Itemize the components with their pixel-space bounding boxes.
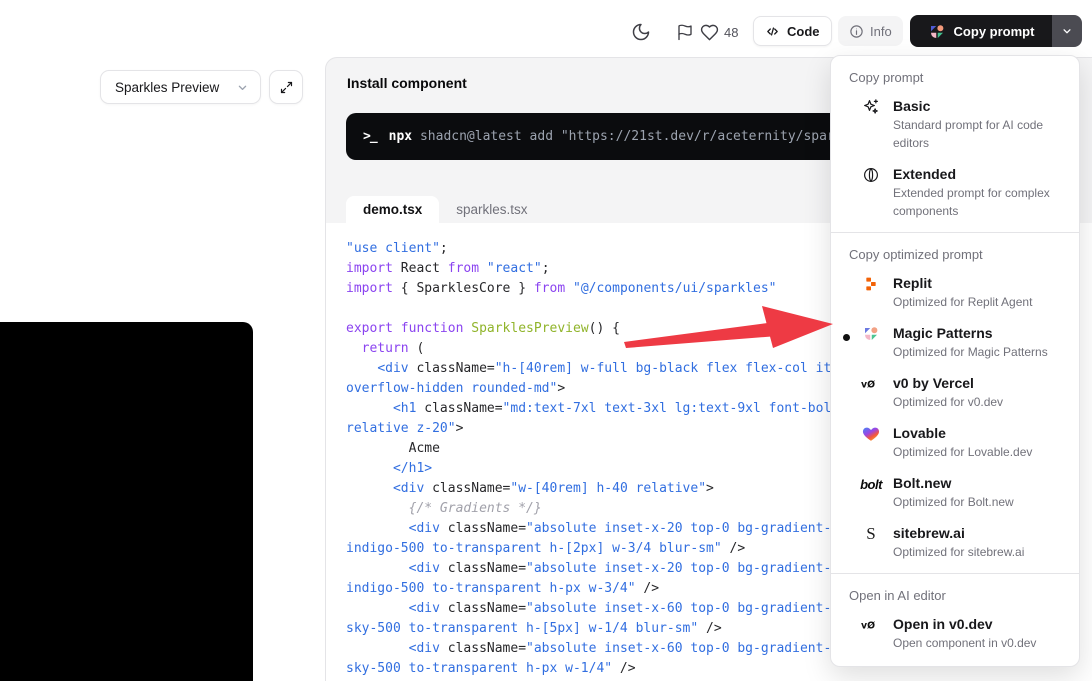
menu-divider: [831, 573, 1079, 574]
code-button-label: Code: [787, 24, 820, 39]
annotation-dot: [843, 334, 850, 341]
theme-toggle-button[interactable]: [628, 19, 654, 45]
menu-item-description: Optimized for v0.dev: [893, 393, 1003, 411]
lovable-logo: [861, 424, 881, 444]
chevron-down-icon: [235, 80, 250, 95]
menu-item-description: Optimized for Bolt.new: [893, 493, 1014, 511]
menu-item-title: Extended: [893, 164, 1065, 184]
copy-prompt-button[interactable]: Copy prompt: [910, 15, 1052, 47]
v0-logo: vØ: [861, 374, 881, 394]
code-tabs: demo.tsxsparkles.tsx: [346, 196, 545, 223]
menu-item-description: Optimized for Replit Agent: [893, 293, 1032, 311]
expand-icon: [279, 80, 294, 95]
menu-section-label: Open in AI editor: [831, 580, 1079, 608]
brain-circuit-icon: [861, 165, 881, 185]
menu-item-replit[interactable]: ReplitOptimized for Replit Agent: [831, 267, 1079, 317]
v0-logo: vØ: [861, 615, 881, 635]
menu-item-description: Open component in v0.dev: [893, 634, 1036, 652]
menu-divider: [831, 232, 1079, 233]
magic-patterns-logo: [861, 324, 881, 344]
menu-item-sitebrew-ai[interactable]: Ssitebrew.aiOptimized for sitebrew.ai: [831, 517, 1079, 567]
menu-item-description: Optimized for Lovable.dev: [893, 443, 1032, 461]
code-button[interactable]: Code: [753, 16, 832, 46]
sparkles-icon: [861, 97, 881, 117]
menu-item-magic-patterns[interactable]: Magic PatternsOptimized for Magic Patter…: [831, 317, 1079, 367]
menu-item-title: Open in v0.dev: [893, 614, 1036, 634]
flag-icon: [676, 23, 694, 41]
copy-prompt-split-button: Copy prompt: [910, 15, 1082, 47]
menu-item-title: Replit: [893, 273, 1032, 293]
tab-sparkles-tsx[interactable]: sparkles.tsx: [439, 196, 544, 223]
menu-item-bolt-new[interactable]: bolt Bolt.newOptimized for Bolt.new: [831, 467, 1079, 517]
info-button-label: Info: [870, 24, 892, 39]
menu-item-title: Magic Patterns: [893, 323, 1048, 343]
like-count: 48: [724, 25, 738, 40]
menu-item-description: Extended prompt for complex components: [893, 184, 1065, 220]
menu-item-title: v0 by Vercel: [893, 373, 1003, 393]
copy-prompt-label: Copy prompt: [954, 24, 1035, 39]
menu-item-lovable[interactable]: LovableOptimized for Lovable.dev: [831, 417, 1079, 467]
copy-prompt-dropdown-toggle[interactable]: [1052, 15, 1082, 47]
install-component-title: Install component: [347, 75, 467, 91]
menu-item-title: Basic: [893, 96, 1065, 116]
info-button[interactable]: Info: [838, 16, 903, 46]
copy-prompt-dropdown-menu: Copy promptBasicStandard prompt for AI c…: [830, 55, 1080, 667]
menu-item-v0-by-vercel[interactable]: vØ v0 by VercelOptimized for v0.dev: [831, 367, 1079, 417]
menu-item-title: Bolt.new: [893, 473, 1014, 493]
menu-item-title: sitebrew.ai: [893, 523, 1024, 543]
menu-section-label: Copy prompt: [831, 62, 1079, 90]
moon-icon: [631, 22, 651, 42]
preview-selector-value: Sparkles Preview: [115, 80, 219, 95]
svg-text:vØ: vØ: [861, 379, 875, 390]
menu-item-basic[interactable]: BasicStandard prompt for AI code editors: [831, 90, 1079, 158]
info-icon: [849, 24, 864, 39]
menu-item-description: Optimized for sitebrew.ai: [893, 543, 1024, 561]
code-brackets-icon: [765, 24, 780, 39]
replit-logo: [861, 274, 881, 294]
chevron-down-icon: [1060, 24, 1074, 38]
magic-patterns-logo: [928, 23, 946, 41]
bolt-logo: bolt: [861, 474, 881, 494]
svg-text:vØ: vØ: [861, 620, 875, 631]
install-command: npx shadcn@latest add "https://21st.dev/…: [389, 129, 874, 144]
terminal-prompt-icon: >_: [363, 129, 377, 144]
menu-section-label: Copy optimized prompt: [831, 239, 1079, 267]
menu-item-extended[interactable]: ExtendedExtended prompt for complex comp…: [831, 158, 1079, 226]
menu-item-description: Optimized for Magic Patterns: [893, 343, 1048, 361]
fullscreen-button[interactable]: [269, 70, 303, 104]
like-button[interactable]: 48: [700, 19, 738, 45]
heart-icon: [700, 23, 719, 42]
sitebrew-logo: S: [861, 524, 881, 544]
component-preview-canvas: [0, 322, 253, 681]
menu-item-title: Lovable: [893, 423, 1032, 443]
menu-item-open-in-v0-dev[interactable]: vØ Open in v0.devOpen component in v0.dev: [831, 608, 1079, 658]
report-flag-button[interactable]: [672, 19, 698, 45]
preview-selector[interactable]: Sparkles Preview: [100, 70, 261, 104]
tab-demo-tsx[interactable]: demo.tsx: [346, 196, 439, 223]
menu-item-description: Standard prompt for AI code editors: [893, 116, 1065, 152]
